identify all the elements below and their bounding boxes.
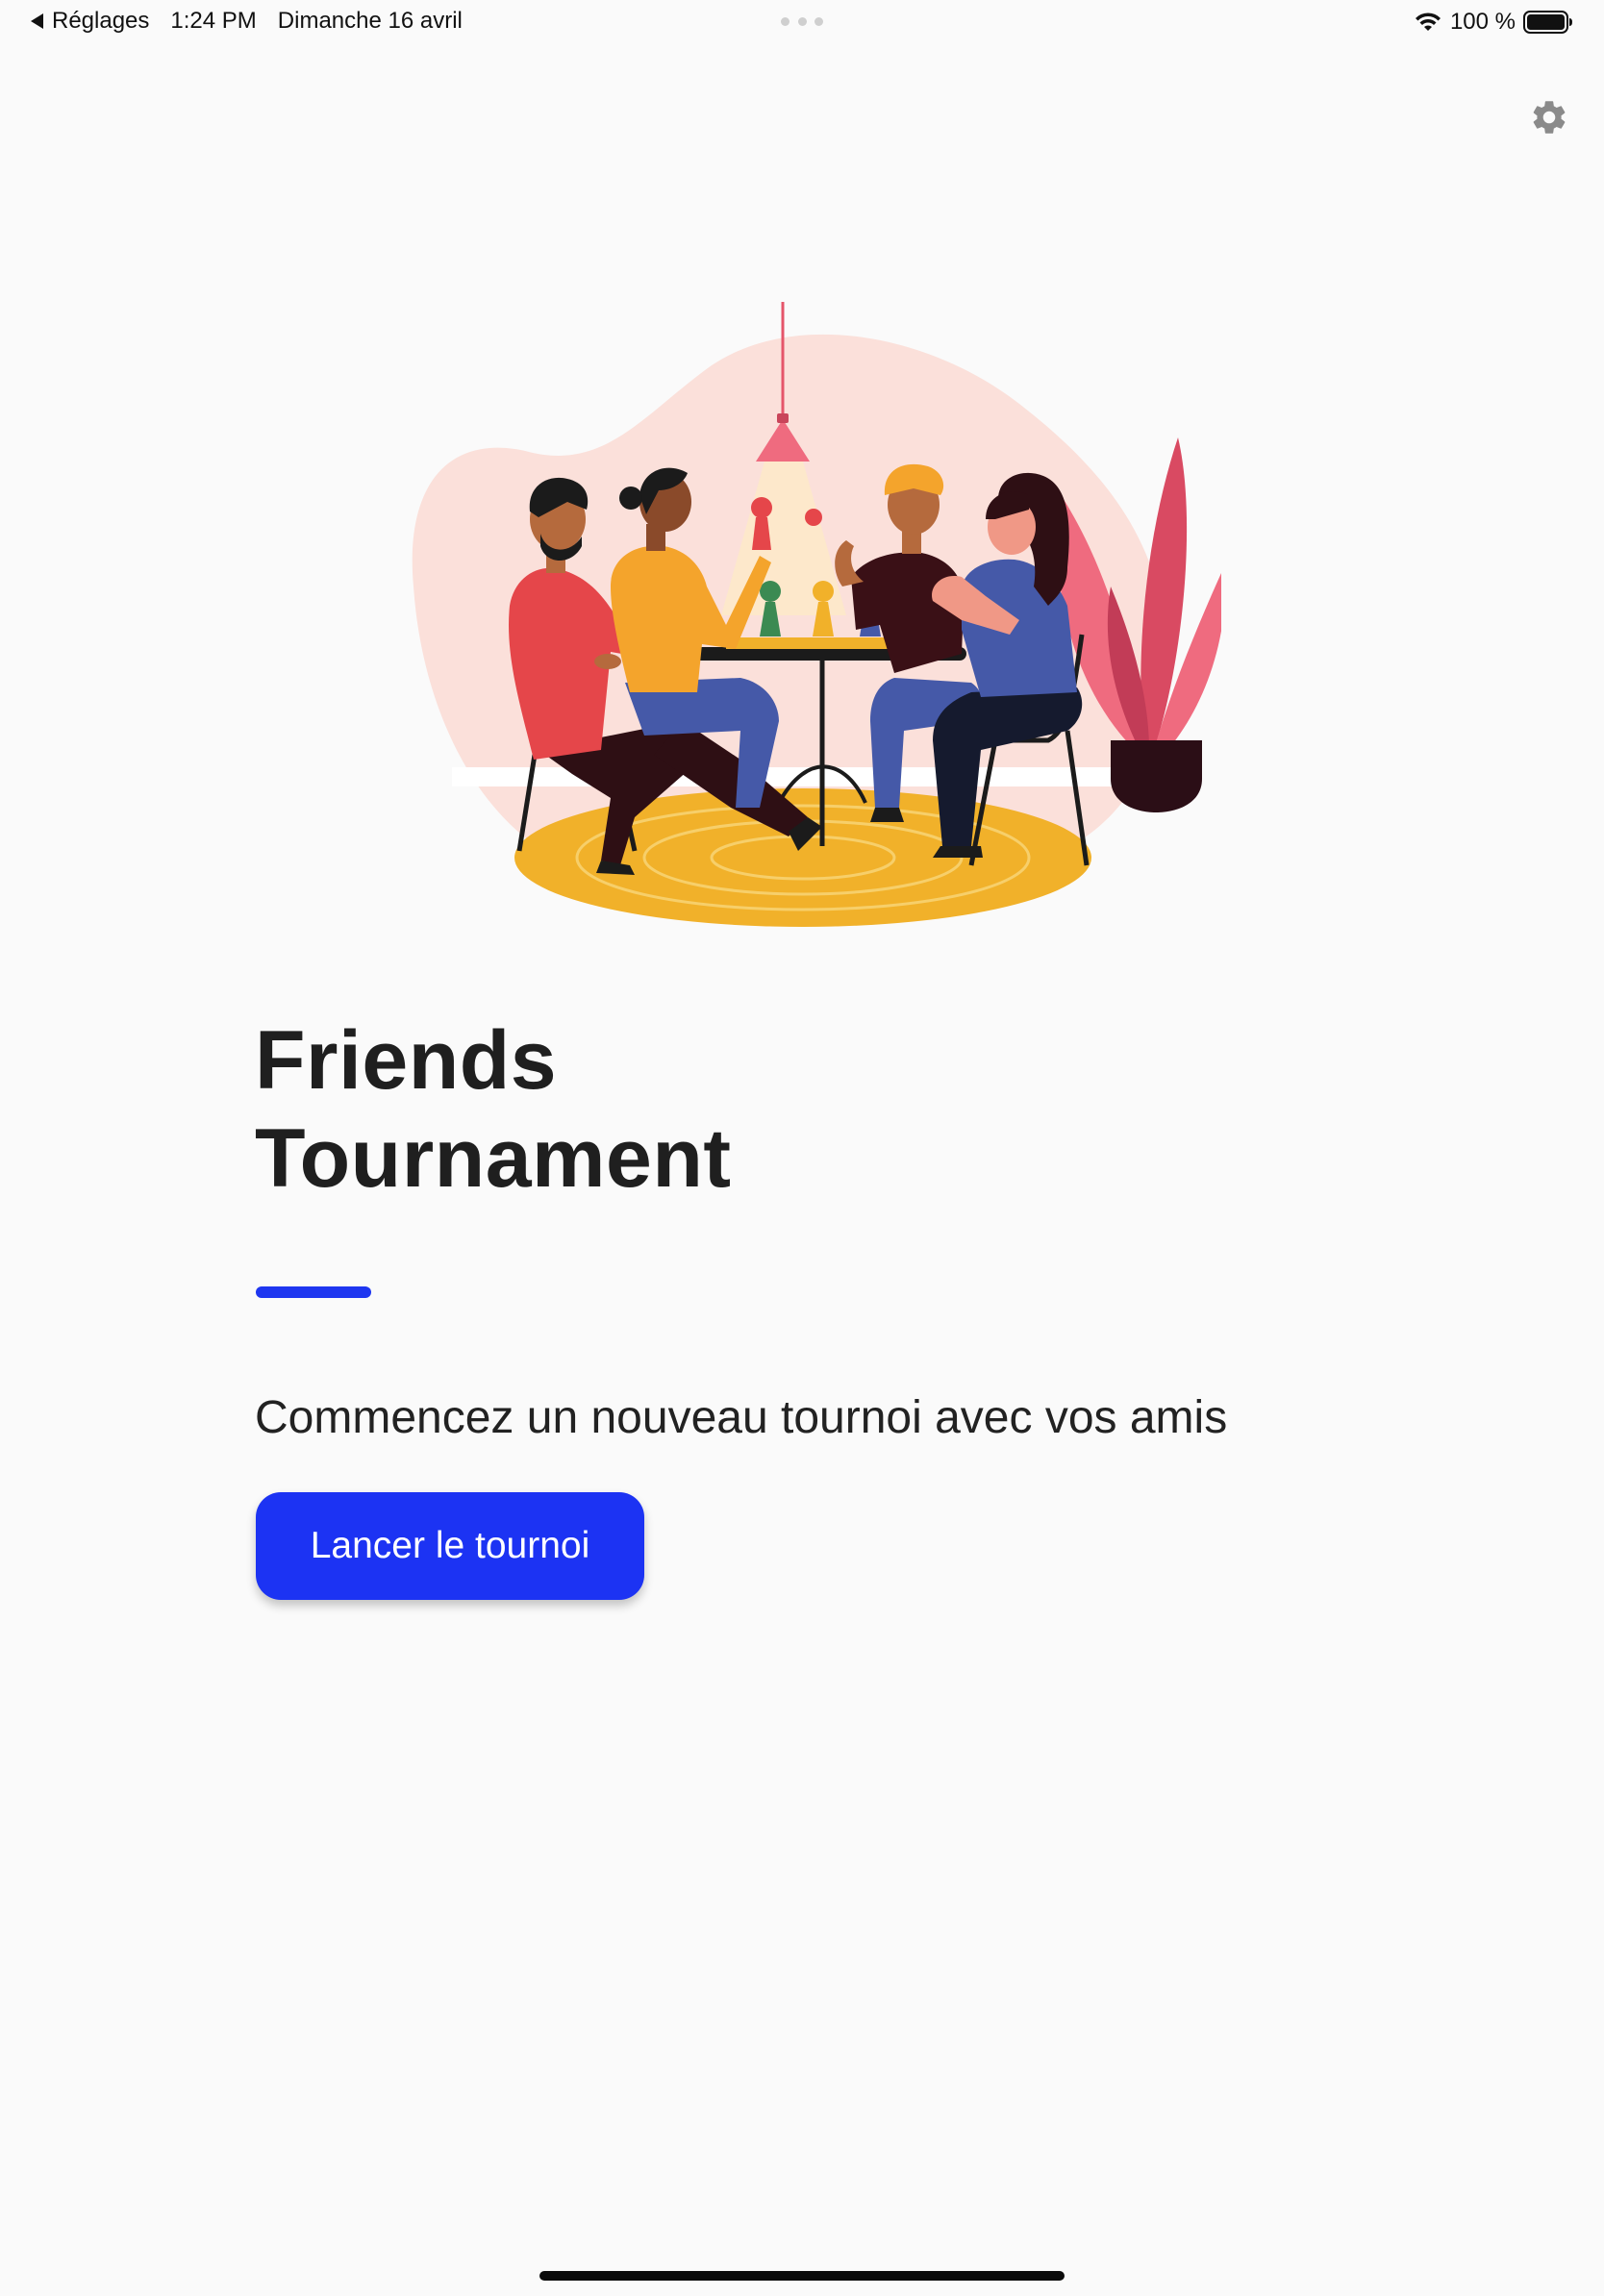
battery-percentage: 100 % [1449,9,1516,35]
status-bar: Réglages 1:24 PM Dimanche 16 avril 100 % [0,0,1604,46]
status-time: 1:24 PM [170,8,257,34]
subtitle-text: Commencez un nouveau tournoi avec vos am… [255,1392,1228,1443]
title-accent-divider [256,1286,371,1298]
status-right: 100 % [1414,9,1573,36]
app-title: Friends Tournament [255,1011,1120,1208]
battery-icon [1523,11,1572,34]
back-arrow-icon[interactable] [31,13,43,29]
settings-button[interactable] [1527,95,1571,139]
launch-tournament-button[interactable]: Lancer le tournoi [256,1492,644,1600]
status-left: Réglages 1:24 PM Dimanche 16 avril [31,8,463,35]
app-title-line-1: Friends [255,1014,558,1107]
friends-board-game-illustration [412,302,1221,927]
back-to-settings-link[interactable]: Réglages [52,8,149,35]
status-date: Dimanche 16 avril [277,8,463,34]
app-title-line-2: Tournament [255,1112,732,1205]
multitasking-handle[interactable] [781,17,823,27]
gear-icon [1533,101,1566,134]
home-indicator[interactable] [539,2271,1065,2281]
rug [514,788,1091,927]
wifi-icon [1415,12,1441,31]
